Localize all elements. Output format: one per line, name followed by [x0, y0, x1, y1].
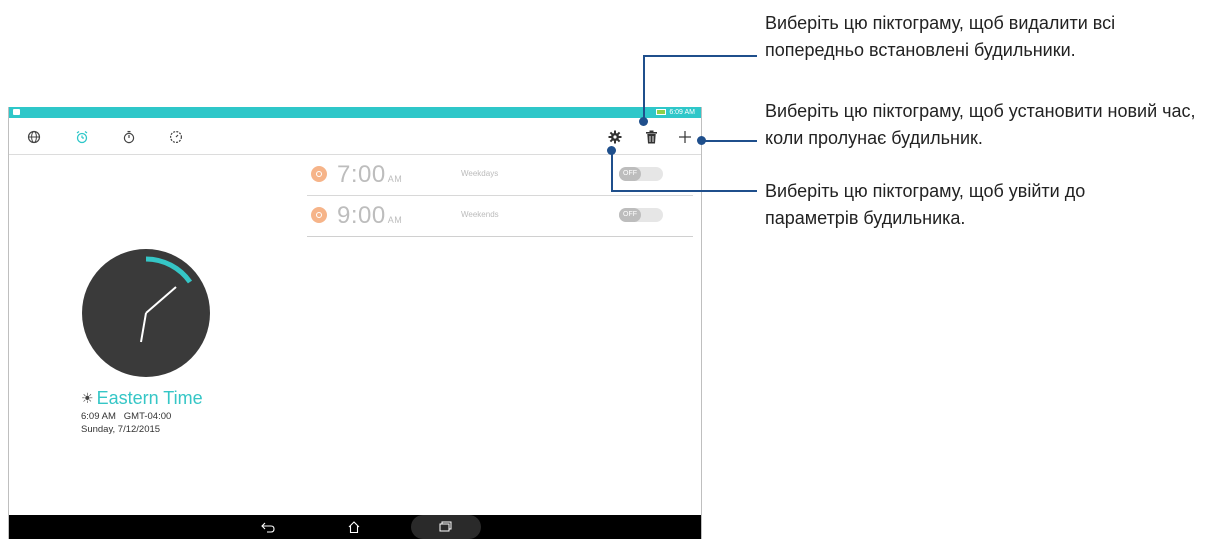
callout-line-delete-h [643, 55, 757, 57]
alarm-toggle[interactable]: OFF [619, 208, 663, 222]
callout-dot-settings [607, 146, 616, 155]
back-button[interactable] [260, 519, 276, 535]
home-icon [348, 521, 360, 534]
recent-apps-icon [439, 521, 452, 532]
tablet-screen: 6:09 AM 7:00 AM Weekdays OFF 9:00 AM Wee… [8, 107, 702, 539]
navigation-bar [9, 515, 701, 539]
time-offset: 6:09 AM GMT-04:00 [81, 411, 172, 422]
world-clock-info: ☀ Eastern Time 6:09 AM GMT-04:00 Sunday,… [81, 388, 203, 435]
trash-icon [645, 130, 657, 144]
status-bar: 6:09 AM [9, 107, 701, 118]
callout-delete: Виберіть цю піктограму, щоб видалити всі… [765, 13, 1116, 60]
gear-icon [608, 130, 622, 144]
alarm-repeat-days: Weekdays [461, 169, 499, 178]
stopwatch-icon [123, 130, 135, 144]
callout-line-settings-h [611, 190, 757, 192]
notification-icon [13, 109, 20, 115]
sun-icon [311, 166, 327, 182]
timer-icon [169, 130, 183, 144]
alarm-time: 7:00 AM [337, 161, 403, 188]
callout-line-settings [611, 151, 613, 191]
settings-button[interactable] [605, 127, 625, 147]
home-button[interactable] [346, 519, 362, 535]
city-name: Eastern Time [96, 388, 203, 408]
sun-icon: ☀ [81, 390, 94, 406]
clock-toolbar [9, 118, 701, 155]
back-icon [261, 522, 275, 533]
callout-dot-delete [639, 117, 648, 126]
plus-icon [679, 131, 691, 143]
recent-apps-button[interactable] [411, 515, 481, 539]
callout-dot-add [697, 136, 706, 145]
tab-world-clock[interactable] [24, 127, 44, 147]
status-time: 6:09 AM [669, 109, 695, 116]
alarm-repeat-days: Weekends [461, 210, 499, 219]
date-line: Sunday, 7/12/2015 [81, 424, 161, 435]
alarm-list: 7:00 AM Weekdays OFF 9:00 AM Weekends OFF [307, 155, 693, 237]
status-right: 6:09 AM [656, 108, 695, 117]
sun-icon [311, 207, 327, 223]
tab-stopwatch[interactable] [119, 127, 139, 147]
tab-timer[interactable] [166, 127, 186, 147]
alarm-row[interactable]: 9:00 AM Weekends OFF [307, 196, 693, 237]
callout-settings: Виберіть цю піктограму, щоб увійти до па… [765, 181, 1086, 228]
callout-add: Виберіть цю піктограму, щоб установити н… [765, 101, 1196, 148]
callout-line-delete [643, 55, 645, 122]
alarm-toggle[interactable]: OFF [619, 167, 663, 181]
analog-clock [80, 247, 212, 384]
alarm-clock-icon [76, 130, 88, 144]
add-alarm-button[interactable] [675, 127, 695, 147]
delete-all-button[interactable] [641, 127, 661, 147]
globe-icon [27, 130, 41, 144]
callout-line-add [703, 140, 757, 142]
alarm-time: 9:00 AM [337, 202, 403, 229]
battery-icon [656, 109, 667, 116]
tab-alarm[interactable] [72, 127, 92, 147]
